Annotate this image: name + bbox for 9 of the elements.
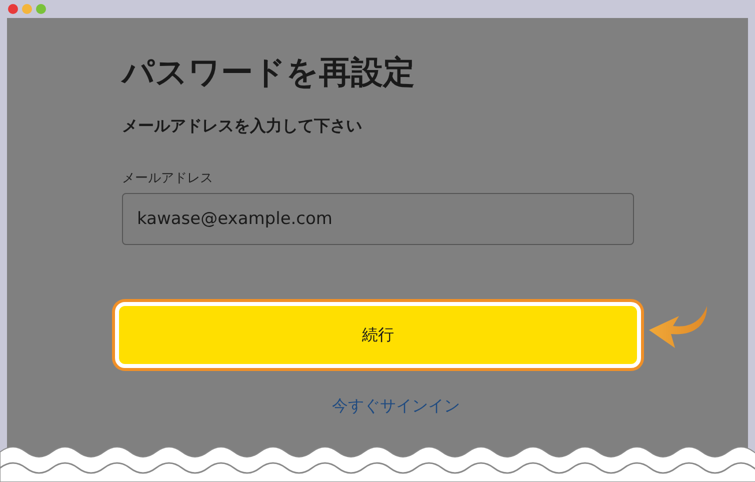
page-title: パスワードを再設定 — [122, 52, 415, 93]
email-field[interactable]: kawase@example.com — [122, 193, 634, 245]
continue-button[interactable]: 続行 — [115, 302, 641, 368]
instruction-text: メールアドレスを入力して下さい — [122, 116, 362, 137]
minimize-button[interactable] — [22, 4, 32, 14]
close-button[interactable] — [8, 4, 18, 14]
field-label: メールアドレス — [122, 170, 213, 187]
sign-in-link[interactable]: 今すぐサインイン — [332, 396, 460, 417]
zoom-button[interactable] — [36, 4, 46, 14]
